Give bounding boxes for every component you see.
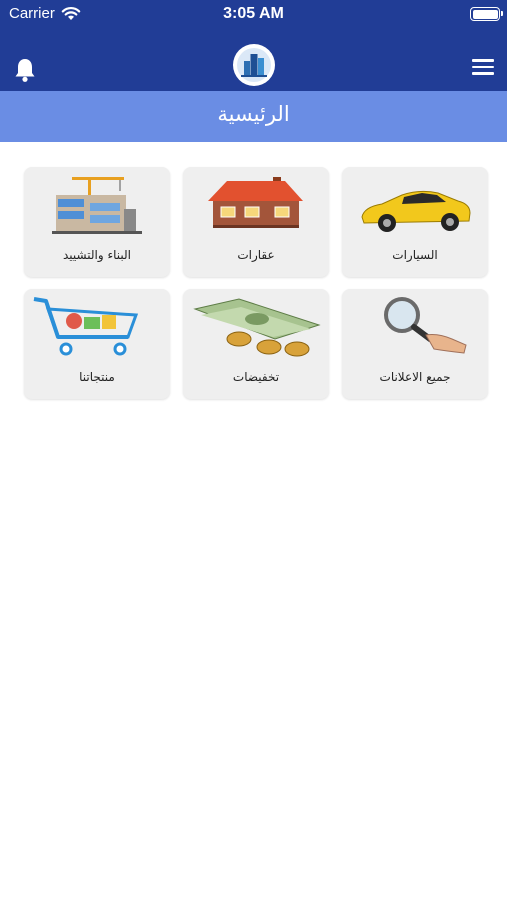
clock: 3:05 AM xyxy=(223,5,284,22)
navigation-bar: Carrier 3:05 AM xyxy=(0,0,507,91)
buildings-logo-icon xyxy=(237,48,271,82)
category-label: منتجاتنا xyxy=(79,370,115,384)
car-icon xyxy=(361,190,471,232)
category-card-discounts[interactable]: تخفيضات xyxy=(183,289,329,399)
bell-icon[interactable] xyxy=(13,57,37,83)
money-icon xyxy=(193,298,321,357)
category-label: السيارات xyxy=(392,248,438,262)
house-icon xyxy=(208,177,303,228)
category-label: جميع الاعلانات xyxy=(379,370,451,384)
page-title: الرئيسية xyxy=(217,102,290,126)
category-card-our-products[interactable]: منتجاتنا xyxy=(24,289,170,399)
hamburger-menu-icon[interactable] xyxy=(472,56,496,76)
app-logo[interactable] xyxy=(233,44,275,86)
page-title-bar: الرئيسية xyxy=(0,91,507,142)
category-card-all-ads[interactable]: جميع الاعلانات xyxy=(342,289,488,399)
category-label: البناء والتشييد xyxy=(63,248,131,262)
status-bar: Carrier 3:05 AM xyxy=(0,0,507,30)
magnifier-icon xyxy=(384,297,467,354)
shopping-cart-icon xyxy=(33,297,139,356)
battery-icon xyxy=(470,7,503,21)
category-card-construction[interactable]: البناء والتشييد xyxy=(24,167,170,277)
category-label: تخفيضات xyxy=(232,370,280,384)
construction-icon xyxy=(52,177,142,234)
category-card-real-estate[interactable]: عقارات xyxy=(183,167,329,277)
category-card-cars[interactable]: السيارات xyxy=(342,167,488,277)
category-label: عقارات xyxy=(237,248,275,262)
